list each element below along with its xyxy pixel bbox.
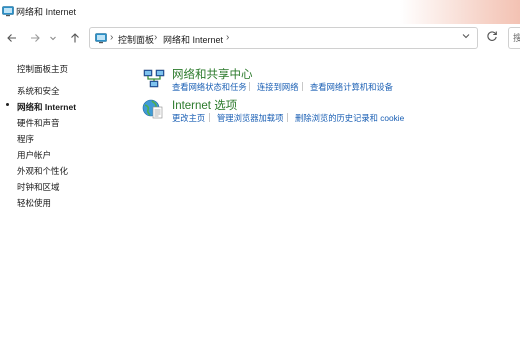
window-title: 网络和 Internet [16, 7, 77, 17]
sidebar-item-hardware-sound[interactable]: 硬件和声音 [17, 117, 60, 129]
sidebar-item-appearance[interactable]: 外观和个性化 [17, 165, 68, 177]
category-title-network-sharing[interactable]: 网络和共享中心 [172, 66, 253, 82]
sidebar-item-programs[interactable]: 程序 [17, 133, 34, 145]
link-divider [209, 113, 210, 122]
search-input[interactable]: 搜 [508, 27, 520, 49]
title-bar: 网络和 Internet [0, 0, 520, 24]
link-manage-addons[interactable]: 管理浏览器加载项 [217, 112, 283, 124]
address-dropdown-button[interactable] [461, 31, 471, 44]
breadcrumb-separator-icon[interactable]: › [226, 32, 229, 43]
sidebar-item-system-security[interactable]: 系统和安全 [17, 85, 60, 97]
title-bar-accent [400, 0, 520, 24]
sidebar-item-home[interactable]: 控制面板主页 [17, 63, 68, 75]
link-delete-browsing-history[interactable]: 删除浏览的历史记录和 cookie [295, 112, 404, 124]
back-button[interactable] [4, 30, 20, 46]
up-button[interactable] [67, 30, 83, 46]
link-connect-to-network[interactable]: 连接到网络 [257, 81, 299, 93]
link-divider [249, 82, 250, 91]
breadcrumb-control-panel[interactable]: 控制面板 [118, 33, 154, 46]
recent-locations-button[interactable] [47, 30, 59, 46]
link-divider [302, 82, 303, 91]
sidebar-item-network-internet[interactable]: 网络和 Internet [17, 101, 76, 113]
breadcrumb-network-internet[interactable]: 网络和 Internet [163, 33, 223, 46]
arrow-up-icon [71, 33, 79, 43]
link-divider [287, 113, 288, 122]
navigation-bar: › 控制面板 › 网络和 Internet › [0, 24, 520, 52]
control-panel-icon [95, 33, 107, 44]
chevron-down-icon [50, 36, 56, 41]
arrow-left-icon [7, 34, 16, 42]
arrow-right-icon [31, 34, 40, 42]
link-view-network-computers[interactable]: 查看网络计算机和设备 [310, 81, 393, 93]
refresh-icon [487, 31, 497, 41]
link-view-network-status[interactable]: 查看网络状态和任务 [172, 81, 247, 93]
active-item-indicator [6, 103, 9, 106]
internet-options-globe-icon[interactable] [142, 98, 164, 120]
network-sharing-center-icon[interactable] [143, 68, 165, 90]
breadcrumb-separator-icon: › [110, 32, 114, 43]
sidebar-item-clock-region[interactable]: 时钟和区域 [17, 181, 60, 193]
sidebar-item-user-accounts[interactable]: 用户帐户 [17, 149, 51, 161]
address-bar[interactable]: › 控制面板 › 网络和 Internet › [89, 27, 478, 49]
category-title-internet-options[interactable]: Internet 选项 [172, 97, 237, 113]
chevron-down-icon [462, 34, 470, 39]
refresh-button[interactable] [486, 30, 498, 45]
forward-button[interactable] [27, 30, 43, 46]
sidebar-item-ease-of-access[interactable]: 轻松使用 [17, 197, 51, 209]
link-change-home-page[interactable]: 更改主页 [172, 112, 205, 124]
control-panel-icon [2, 6, 14, 17]
breadcrumb-separator-icon[interactable]: › [154, 32, 157, 43]
